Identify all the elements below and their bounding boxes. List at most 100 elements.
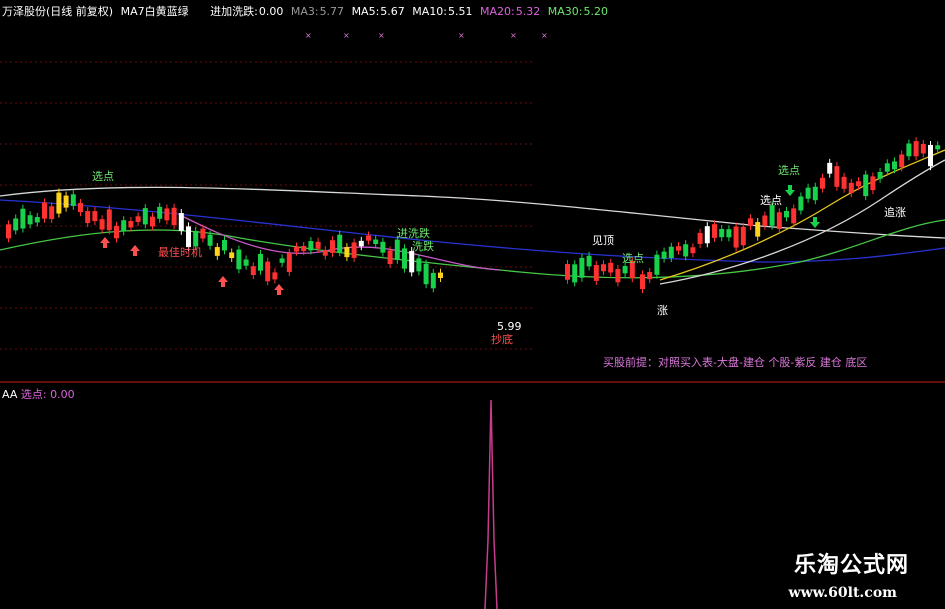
annotation-xuandian-top: 选点: [92, 170, 114, 183]
candle-body: [615, 269, 621, 283]
candle-body: [20, 208, 26, 229]
candle-body: [200, 228, 206, 239]
buy-arrow-icon: [274, 284, 284, 295]
ma3-value: 5.77: [319, 5, 345, 18]
candle-body: [697, 232, 703, 244]
candle-body: [236, 249, 242, 270]
chart-header: 万泽股份(日线 前复权) MA7白黄蓝绿 进加洗跌:0.00 MA3:5.77 …: [2, 3, 612, 19]
candle-body: [92, 211, 98, 222]
candle-body: [712, 224, 717, 238]
annotation-wash-drop2: 洗跌: [412, 239, 434, 253]
chart-annotations: 选点最佳时机进洗跌洗跌 见顶选点涨选点选点追涨5.99抄底买股前提：对照买入表-大…: [92, 164, 906, 369]
ma30-label: MA30:: [547, 5, 583, 18]
candle-body: [784, 211, 789, 218]
buy-arrow-icon: [218, 276, 228, 287]
candle-body: [913, 141, 919, 157]
candle-body: [142, 208, 148, 225]
candle-body: [791, 208, 797, 224]
watermark-title: 乐淘公式网: [793, 553, 909, 578]
candle-body: [601, 264, 606, 272]
candle-body: [265, 261, 271, 282]
candle-body: [928, 144, 933, 167]
buy-arrow-icon: [100, 237, 110, 248]
ma-note: MA7白黄蓝绿: [120, 5, 189, 18]
candle-body: [56, 192, 62, 214]
candle-body: [114, 225, 119, 239]
candle-body: [85, 211, 91, 224]
candle-body: [683, 244, 689, 257]
ma5-value: 5.67: [380, 5, 405, 18]
stock-title: 万泽股份(日线 前复权): [2, 5, 114, 18]
candle-body: [106, 209, 112, 231]
cross-marker: ×: [541, 31, 548, 40]
candle-body: [690, 247, 696, 254]
annotation-xuandian-right2: 选点: [760, 194, 782, 207]
ma20-label: MA20:: [480, 5, 515, 18]
candle-body: [214, 247, 220, 256]
candle-body: [337, 234, 343, 253]
candle-body: [755, 222, 761, 237]
candle-body: [856, 181, 861, 187]
moving-average-lines: [0, 149, 945, 285]
candle-body: [899, 154, 905, 168]
candle-body: [565, 264, 570, 280]
candle-body: [402, 248, 407, 269]
candle-body: [820, 177, 825, 189]
candle-body: [358, 240, 364, 247]
candle-body: [640, 274, 645, 290]
candle-body: [99, 219, 105, 230]
sub-panel-name: AA: [2, 388, 18, 401]
ma10-label: MA10:: [412, 5, 448, 18]
candle-body: [877, 171, 883, 179]
candle-body: [308, 241, 314, 251]
cross-marker: ×: [378, 31, 385, 40]
cross-marker: ×: [343, 31, 350, 40]
candle-body: [193, 230, 199, 247]
candle-body: [416, 258, 422, 272]
annotation-zhui-zhang: 追涨: [884, 205, 906, 219]
candle-body: [243, 259, 249, 266]
candle-body: [164, 208, 170, 221]
candle-body: [13, 218, 19, 231]
candle-body: [286, 252, 292, 273]
candle-body: [841, 176, 847, 189]
candle-body: [661, 251, 667, 259]
candle-body: [135, 216, 141, 222]
buy-arrow-icon: [130, 245, 140, 256]
candle-body: [776, 212, 782, 230]
candle-body: [351, 242, 357, 258]
cross-marker: ×: [510, 31, 517, 40]
watermark-url: www.60lt.com: [788, 585, 897, 601]
candle-body: [608, 262, 614, 273]
annotation-buy-premise: 买股前提：对照买入表-大盘-建仓 个股-紫反 建仓 底区: [603, 355, 867, 369]
annotation-low-tag: 抄底: [491, 332, 513, 346]
candle-body: [704, 226, 710, 244]
candle-body: [150, 216, 155, 227]
candle-body: [207, 234, 213, 246]
candle-body: [586, 255, 592, 267]
wash-label: 进加洗跌:: [210, 5, 258, 18]
cross-marker: ×: [458, 31, 465, 40]
candle-body: [906, 143, 912, 157]
candle-body: [676, 246, 681, 251]
candle-body: [654, 254, 660, 275]
wash-value: 0.00: [258, 5, 284, 18]
candle-body: [70, 194, 76, 206]
candle-body: [380, 241, 386, 253]
candle-body: [740, 226, 746, 246]
candle-body: [279, 258, 285, 263]
kline-chart: × × × × × × 选点最佳时机进洗跌洗跌 见顶选点涨选点选点追涨5.99抄底买股前提：…: [0, 31, 945, 609]
candle-body: [812, 186, 818, 201]
sub-panel-header: AA 选点: 0.00: [2, 386, 75, 402]
cross-marker: ×: [305, 31, 312, 40]
candle-body: [733, 226, 739, 248]
annotation-wash-drop1: 进洗跌: [397, 226, 430, 240]
candle-body: [423, 263, 429, 285]
candle-body: [178, 213, 184, 231]
candle-body: [78, 203, 83, 213]
candle-body: [322, 250, 328, 256]
candle-body: [438, 272, 443, 278]
candle-body: [42, 202, 47, 219]
ma3-label: MA3:: [290, 5, 319, 18]
candle-body: [593, 265, 599, 281]
